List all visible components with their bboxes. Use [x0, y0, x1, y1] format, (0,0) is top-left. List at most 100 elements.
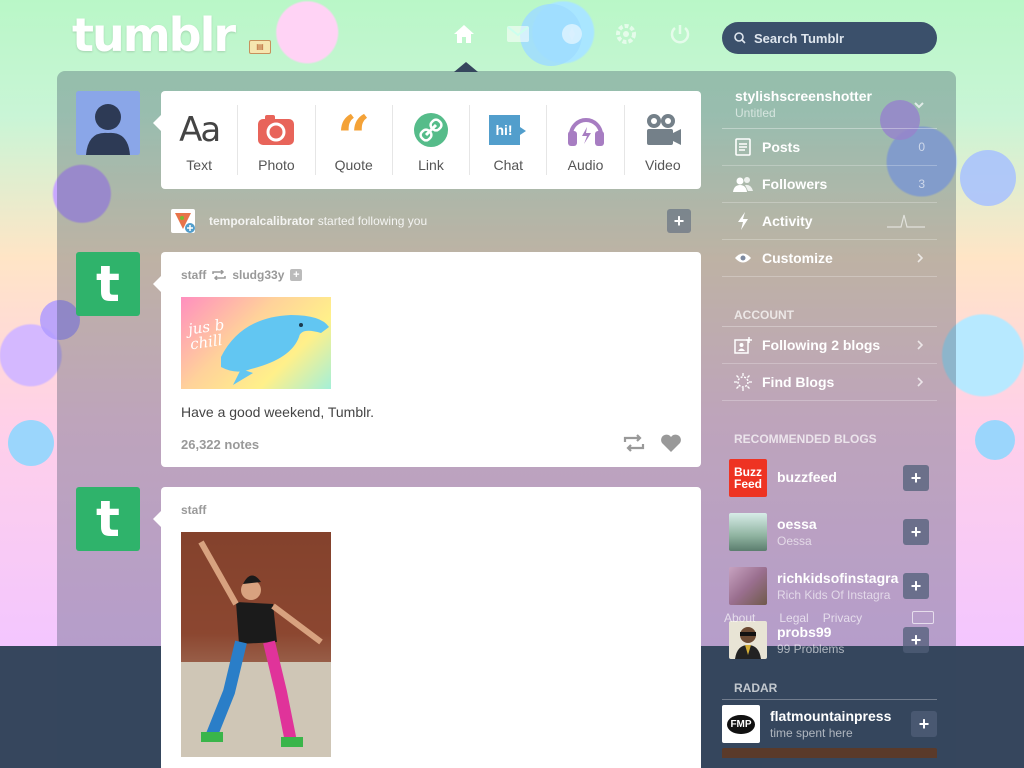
sidebar-item-followers[interactable]: Followers 3 [722, 166, 937, 203]
gear-icon[interactable] [614, 22, 638, 46]
text-icon: Aa [179, 110, 221, 150]
sparkle-icon [732, 373, 754, 391]
search-placeholder: Search Tumblr [754, 30, 845, 46]
post-box-caret [153, 115, 161, 131]
posts-icon [732, 138, 754, 156]
like-heart-icon[interactable] [660, 434, 682, 458]
svg-text:hi!: hi! [496, 122, 513, 138]
chevron-down-icon [914, 102, 924, 109]
staff-avatar[interactable]: t [76, 487, 140, 551]
blog-avatar: Buzz Feed [729, 459, 767, 497]
posts-count: 0 [918, 140, 925, 154]
post-header: staff sludg33y + [181, 268, 303, 282]
sidebar-blog-name: stylishscreenshotter [735, 88, 872, 104]
post-blog-name[interactable]: staff [181, 268, 206, 282]
post-link-button[interactable]: Link [393, 105, 471, 175]
blog-switcher[interactable]: stylishscreenshotter Untitled [722, 84, 937, 129]
sidebar-item-label: Posts [762, 139, 801, 155]
home-icon[interactable] [452, 22, 476, 46]
sidebar-item-activity[interactable]: Activity [722, 203, 937, 240]
post-video-button[interactable]: Video [625, 105, 701, 175]
recommended-blog-title: Rich Kids Of Instagra [777, 588, 891, 602]
post-link-label: Link [418, 157, 444, 173]
footer-legal-link[interactable]: Legal [779, 611, 808, 625]
reblog-icon[interactable] [623, 434, 645, 457]
post-photo[interactable]: jus b chill [181, 297, 331, 389]
post-chat-button[interactable]: hi! Chat [470, 105, 548, 175]
follow-button[interactable]: + [911, 711, 937, 737]
radar-blog-name: flatmountainpress [770, 708, 892, 724]
post-notes[interactable]: 26,322 notes [181, 437, 259, 452]
post-chat-label: Chat [493, 157, 524, 173]
staff-avatar[interactable]: t [76, 252, 140, 316]
post-photo[interactable] [181, 532, 331, 757]
chevron-right-icon [917, 253, 923, 263]
post-type-box: Aa Text Photo “ Quote Link hi! Chat Audi… [161, 91, 701, 189]
tumblr-t-icon: t [96, 255, 120, 313]
notification-user[interactable]: temporalcalibrator [209, 214, 314, 228]
power-icon[interactable] [668, 22, 692, 46]
search-input[interactable]: Search Tumblr [722, 22, 937, 54]
follow-notification: temporalcalibrator started following you… [171, 209, 691, 233]
recommended-heading: RECOMMENDED BLOGS [734, 432, 877, 446]
sidebar-item-following[interactable]: Following 2 blogs [722, 327, 937, 364]
radar-blog-avatar: FMP [722, 705, 760, 743]
radar-blog[interactable]: FMP flatmountainpress time spent here + [722, 700, 937, 748]
search-icon [734, 32, 746, 44]
sidebar-item-posts[interactable]: Posts 0 [722, 129, 937, 166]
post-blog-name[interactable]: staff [181, 503, 206, 517]
radar-image[interactable] [722, 748, 937, 758]
follow-small-icon[interactable]: + [290, 269, 303, 281]
post-audio-button[interactable]: Audio [547, 105, 625, 175]
post-header: staff [181, 503, 206, 517]
follow-button[interactable]: + [903, 573, 929, 599]
sidebar: stylishscreenshotter Untitled Posts 0 Fo… [722, 84, 937, 667]
sidebar-item-customize[interactable]: Customize [722, 240, 937, 277]
quote-icon: “ [337, 103, 371, 171]
headphones-icon [567, 111, 605, 149]
account-heading: ACCOUNT [722, 303, 937, 327]
post-caret [153, 276, 161, 292]
recommended-blog-title: 99 Problems [777, 642, 845, 656]
recommended-blog[interactable]: Buzz Feed buzzfeed + [722, 451, 937, 505]
footer-about-link[interactable]: About [724, 611, 755, 625]
sidebar-item-find-blogs[interactable]: Find Blogs [722, 364, 937, 401]
post-text-label: Text [186, 157, 212, 173]
radar-blog-subtitle: time spent here [770, 726, 853, 740]
follower-avatar[interactable] [171, 209, 195, 233]
notification-text: temporalcalibrator started following you [209, 214, 427, 228]
followers-count: 3 [918, 177, 925, 191]
post-card: staff [161, 487, 701, 768]
recommended-blog-name: richkidsofinstagra [777, 570, 899, 586]
sidebar-item-label: Following 2 blogs [762, 337, 881, 353]
post-photo-button[interactable]: Photo [238, 105, 316, 175]
post-video-label: Video [645, 157, 681, 173]
lightning-icon [732, 212, 754, 230]
follow-button[interactable]: + [903, 627, 929, 653]
post-caret [153, 511, 161, 527]
blog-avatar [729, 567, 767, 605]
post-quote-button[interactable]: “ Quote [316, 105, 393, 175]
post-audio-label: Audio [567, 157, 604, 173]
post-reblog-source[interactable]: sludg33y [232, 268, 284, 282]
my-avatar[interactable] [76, 91, 140, 155]
follow-button[interactable]: + [903, 519, 929, 545]
tumblr-logo[interactable]: tumblr [72, 8, 236, 62]
keyboard-icon[interactable] [912, 611, 934, 624]
notification-message: started following you [317, 214, 428, 228]
sidebar-item-label: Customize [762, 250, 833, 266]
radar-logo-text: FMP [727, 714, 755, 734]
recommended-blog-name: probs99 [777, 624, 832, 640]
post-caption: Have a good weekend, Tumblr. [181, 404, 375, 420]
recommended-blog[interactable]: richkidsofinstagra Rich Kids Of Instagra… [722, 559, 937, 613]
mail-icon[interactable] [506, 22, 530, 46]
recommended-blog[interactable]: oessa Oessa + [722, 505, 937, 559]
compass-icon[interactable] [560, 22, 584, 46]
follow-back-button[interactable]: + [667, 209, 691, 233]
footer-privacy-link[interactable]: Privacy [823, 611, 862, 625]
follow-button[interactable]: + [903, 465, 929, 491]
activity-sparkline [887, 214, 925, 228]
chevron-right-icon [917, 377, 923, 387]
radar-heading: RADAR [722, 676, 937, 700]
post-text-button[interactable]: Aa Text [161, 105, 239, 175]
